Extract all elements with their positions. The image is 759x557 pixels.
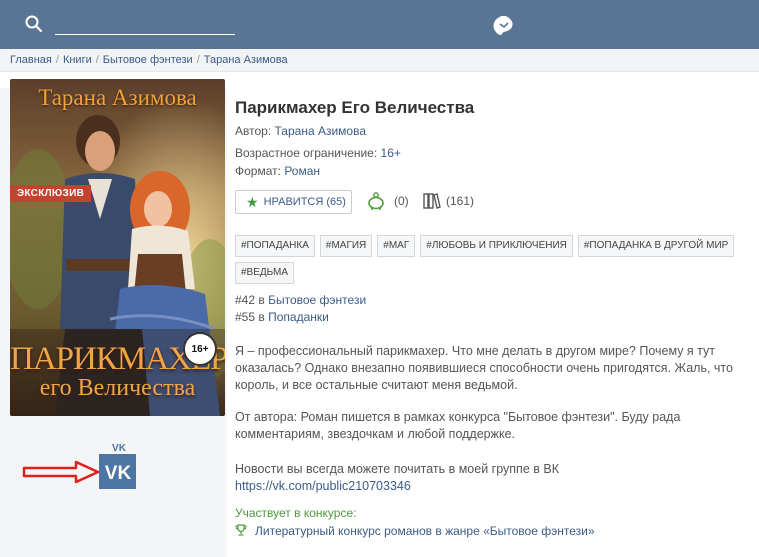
age-value[interactable]: 16+ bbox=[381, 146, 401, 160]
book-title: Парикмахер Его Величества bbox=[235, 98, 475, 117]
top-bar bbox=[0, 0, 759, 49]
vk-button[interactable]: VK bbox=[99, 454, 136, 489]
author-row: Автор: Тарана Азимова bbox=[235, 124, 366, 138]
cover-title-line2: его Величества bbox=[39, 375, 196, 401]
piggy-bank-icon[interactable] bbox=[366, 191, 386, 211]
like-label: НРАВИТСЯ (65) bbox=[263, 196, 346, 208]
rank-word: в bbox=[258, 310, 265, 324]
svg-text:VK: VK bbox=[112, 443, 127, 452]
rank-genre-link[interactable]: Попаданки bbox=[268, 310, 329, 324]
red-arrow-icon bbox=[22, 460, 100, 484]
contest-link[interactable]: Литературный конкурс романов в жанре «Бы… bbox=[235, 524, 595, 538]
library-count: (161) bbox=[446, 194, 475, 208]
star-icon: ★ bbox=[246, 193, 259, 210]
vk-group-link[interactable]: https://vk.com/public210703346 bbox=[235, 478, 750, 495]
rewards-count: (0) bbox=[394, 194, 409, 208]
breadcrumb-item[interactable]: Тарана Азимова bbox=[204, 54, 288, 66]
news-paragraph: Новости вы всегда можете почитать в моей… bbox=[235, 461, 750, 495]
age-label: Возрастное ограничение: bbox=[235, 146, 378, 160]
author-link[interactable]: Тарана Азимова bbox=[275, 124, 367, 138]
tag[interactable]: #ВЕДЬМА bbox=[235, 262, 295, 284]
rank-word: в bbox=[258, 293, 265, 307]
tag-list: #ПОПАДАНКА #МАГИЯ #МАГ #ЛЮБОВЬ И ПРИКЛЮЧЕНИ… bbox=[235, 235, 750, 289]
breadcrumb-item[interactable]: Книги bbox=[63, 54, 92, 66]
news-text: Новости вы всегда можете почитать в моей… bbox=[235, 462, 559, 476]
description-paragraph: Я – профессиональный парикмахер. Что мне… bbox=[235, 344, 733, 392]
author-note-paragraph: От автора: Роман пишется в рамках конкур… bbox=[235, 410, 681, 441]
breadcrumb-item[interactable]: Главная bbox=[10, 54, 52, 66]
tag[interactable]: #ПОПАДАНКА bbox=[235, 235, 315, 257]
site-logo-icon[interactable] bbox=[490, 12, 516, 38]
rank-genre-link[interactable]: Бытовое фэнтези bbox=[268, 293, 366, 307]
vk-logo-icon: VK bbox=[104, 463, 131, 482]
age-row: Возрастное ограничение: 16+ bbox=[235, 146, 401, 160]
age-rating-badge: 16+ bbox=[183, 332, 217, 366]
format-row: Формат: Роман bbox=[235, 164, 320, 178]
rank-row: #42 в Бытовое фэнтези bbox=[235, 293, 366, 307]
format-link[interactable]: Роман bbox=[284, 164, 320, 178]
book-cover[interactable]: Тарана Азимова ЭКСКЛЮЗИВ ПАРИКМАХЕР его … bbox=[10, 79, 225, 416]
library-books-icon[interactable] bbox=[422, 192, 442, 210]
breadcrumb-separator: / bbox=[196, 54, 200, 66]
cover-author: Тарана Азимова bbox=[38, 85, 197, 110]
contest-name: Литературный конкурс романов в жанре «Бы… bbox=[255, 524, 595, 538]
breadcrumb-bar: Главная / Книги / Бытовое фэнтези / Тарана Ази… bbox=[0, 49, 759, 72]
breadcrumb-separator: / bbox=[95, 54, 99, 66]
format-label: Формат: bbox=[235, 164, 281, 178]
breadcrumb-item[interactable]: Бытовое фэнтези bbox=[103, 54, 193, 66]
contest-label: Участвует в конкурсе: bbox=[235, 506, 357, 520]
rank-position: #42 bbox=[235, 293, 256, 307]
tag[interactable]: #МАГИЯ bbox=[319, 235, 373, 257]
exclusive-badge: ЭКСКЛЮЗИВ bbox=[10, 185, 92, 202]
tag[interactable]: #МАГ bbox=[377, 235, 416, 257]
rank-position: #55 bbox=[235, 310, 256, 324]
svg-text:VK: VK bbox=[104, 463, 131, 482]
rank-row: #55 в Попаданки bbox=[235, 310, 329, 324]
vk-small-icon: VK bbox=[112, 443, 127, 452]
search-icon[interactable] bbox=[24, 14, 44, 34]
author-label: Автор: bbox=[235, 124, 272, 138]
breadcrumb: Главная / Книги / Бытовое фэнтези / Тарана Ази… bbox=[10, 54, 288, 66]
search-input[interactable] bbox=[55, 34, 235, 35]
trophy-icon bbox=[235, 524, 247, 536]
tag[interactable]: #ПОПАДАНКА В ДРУГОЙ МИР bbox=[577, 235, 735, 257]
tag[interactable]: #ЛЮБОВЬ И ПРИКЛЮЧЕНИЯ bbox=[420, 235, 573, 257]
breadcrumb-separator: / bbox=[55, 54, 59, 66]
like-button[interactable]: ★ НРАВИТСЯ (65) bbox=[235, 190, 352, 214]
